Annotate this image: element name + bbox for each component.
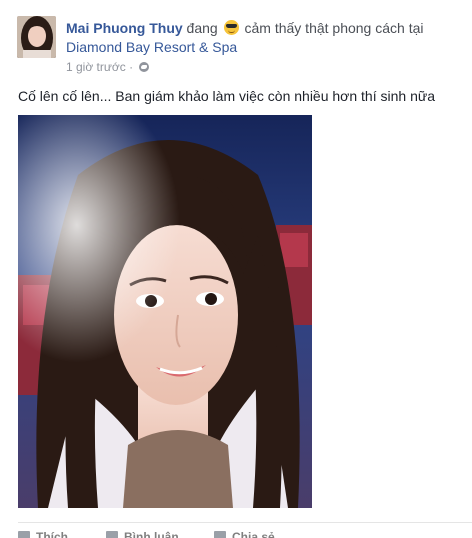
status-prefix: đang <box>186 20 218 36</box>
timestamp[interactable]: 1 giờ trước <box>66 60 126 74</box>
avatar-photo <box>17 16 56 58</box>
post-text: Cố lên cố lên... Ban giám khảo làm việc … <box>18 88 436 104</box>
meta-separator: · <box>129 60 134 74</box>
globe-icon[interactable] <box>139 62 150 72</box>
action-divider <box>18 522 472 523</box>
like-button[interactable]: Thích <box>18 530 68 538</box>
selfie-photo <box>18 115 312 508</box>
post-header: Mai Phuong Thuy đang cảm thấy thật phong… <box>66 19 423 37</box>
share-label: Chia sẻ <box>232 530 275 538</box>
share-arrow-icon <box>214 531 226 538</box>
avatar[interactable] <box>17 16 56 58</box>
post-meta: 1 giờ trước · <box>66 60 150 74</box>
comment-label: Bình luận <box>124 530 179 538</box>
post-photo[interactable] <box>18 115 312 508</box>
author-name[interactable]: Mai Phuong Thuy <box>66 20 183 36</box>
location-link[interactable]: Diamond Bay Resort & Spa <box>66 38 237 56</box>
thumbs-up-icon <box>18 531 30 538</box>
comment-icon <box>106 531 118 538</box>
cool-sunglasses-emoji-icon <box>223 20 239 35</box>
post-card: Mai Phuong Thuy đang cảm thấy thật phong… <box>0 0 472 538</box>
like-label: Thích <box>36 530 68 538</box>
status-suffix: cảm thấy thật phong cách tại <box>244 20 424 36</box>
comment-button[interactable]: Bình luận <box>106 530 179 538</box>
share-button[interactable]: Chia sẻ <box>214 530 275 538</box>
